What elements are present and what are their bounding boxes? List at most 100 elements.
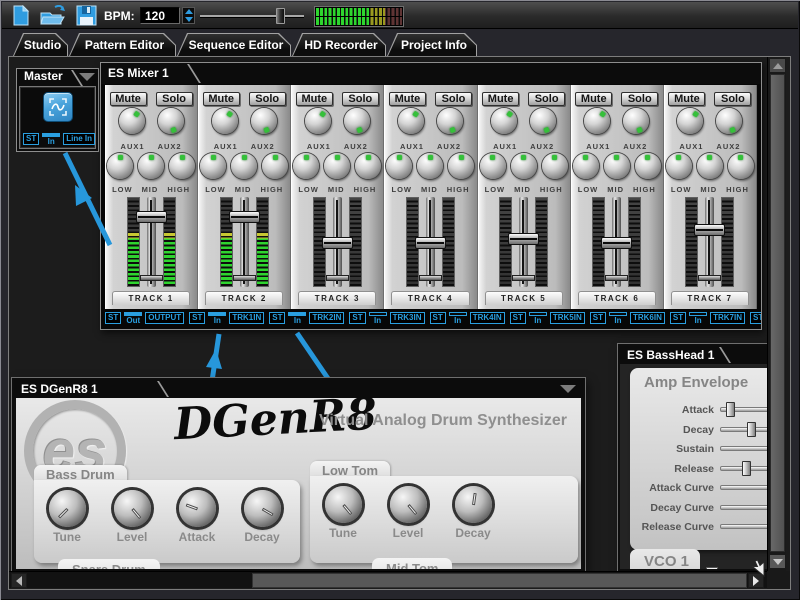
spin-up-icon[interactable] — [185, 9, 193, 14]
eq-mid-knob[interactable] — [697, 153, 723, 179]
port-st[interactable]: ST — [750, 312, 761, 324]
mute-button[interactable]: Mute — [482, 92, 519, 106]
vertical-scrollbar[interactable] — [767, 57, 786, 571]
basshead-window[interactable]: ES BassHead 1 Amp Envelope Attack Decay … — [618, 344, 774, 571]
eq-mid-knob[interactable] — [604, 153, 630, 179]
decay-slider[interactable] — [720, 427, 774, 432]
new-file-icon[interactable] — [12, 5, 30, 26]
aux2-knob[interactable] — [716, 108, 742, 134]
connector-trk2in[interactable]: ST In TRK2IN — [269, 312, 344, 324]
master-connector[interactable]: ST In Line In — [23, 133, 95, 145]
eq-mid-knob[interactable] — [324, 153, 350, 179]
tab-pattern-editor[interactable]: Pattern Editor — [69, 33, 176, 56]
solo-button[interactable]: Solo — [714, 92, 751, 106]
port-dir[interactable]: In — [287, 312, 307, 324]
slider-handle[interactable] — [726, 402, 735, 417]
aux2-knob[interactable] — [437, 108, 463, 134]
aux1-knob[interactable] — [584, 108, 610, 134]
eq-high-knob[interactable] — [169, 153, 195, 179]
eq-high-knob[interactable] — [728, 153, 754, 179]
port-st[interactable]: ST — [590, 312, 606, 324]
dgenr8-window[interactable]: ES DGenR8 1 es DGenR8 Virtual Analog Dru… — [12, 378, 585, 571]
volume-fader[interactable] — [519, 197, 528, 287]
attack-curve-slider[interactable] — [720, 485, 774, 490]
port-name[interactable]: TRK6IN — [630, 312, 665, 324]
port-line-in[interactable]: Line In — [63, 133, 95, 145]
port-st[interactable]: ST — [670, 312, 686, 324]
volume-fader[interactable] — [705, 197, 714, 287]
port-dir[interactable]: In — [368, 312, 388, 324]
eq-low-knob[interactable] — [480, 153, 506, 179]
attack-slider[interactable] — [720, 407, 774, 412]
aux2-knob[interactable] — [158, 108, 184, 134]
release-curve-slider[interactable] — [720, 524, 774, 529]
mute-button[interactable]: Mute — [110, 92, 147, 106]
sustain-slider[interactable] — [720, 446, 774, 451]
toolbar-slider[interactable] — [200, 8, 304, 24]
eq-high-knob[interactable] — [542, 153, 568, 179]
eq-low-knob[interactable] — [200, 153, 226, 179]
aux1-knob[interactable] — [398, 108, 424, 134]
aux1-knob[interactable] — [212, 108, 238, 134]
connector-output[interactable]: ST Out OUTPUT — [105, 312, 184, 324]
master-panel[interactable]: Master ST In Line In — [16, 68, 99, 152]
mixer-window[interactable]: ES Mixer 1 Mute Solo AUX1 AUX2 LOW MID H… — [100, 62, 762, 330]
decay-knob[interactable] — [244, 490, 281, 527]
port-dir[interactable]: Out — [123, 312, 143, 324]
fader-handle[interactable] — [694, 224, 725, 236]
tune-knob[interactable] — [325, 486, 362, 523]
port-name[interactable]: TRK7IN — [710, 312, 745, 324]
connector-trk1in[interactable]: ST In TRK1IN — [189, 312, 264, 324]
volume-fader[interactable] — [147, 197, 156, 287]
scroll-left-button[interactable] — [11, 573, 27, 588]
port-st[interactable]: ST — [349, 312, 365, 324]
aux1-knob[interactable] — [305, 108, 331, 134]
solo-button[interactable]: Solo — [342, 92, 379, 106]
eq-mid-knob[interactable] — [417, 153, 443, 179]
mute-button[interactable]: Mute — [296, 92, 333, 106]
solo-button[interactable]: Solo — [435, 92, 472, 106]
volume-fader[interactable] — [426, 197, 435, 287]
aux2-knob[interactable] — [251, 108, 277, 134]
slider-handle[interactable] — [747, 422, 756, 437]
connector-trk4in[interactable]: ST In TRK4IN — [430, 312, 505, 324]
level-knob[interactable] — [114, 490, 151, 527]
solo-button[interactable]: Solo — [621, 92, 658, 106]
decay-knob[interactable] — [455, 486, 492, 523]
mute-button[interactable]: Mute — [668, 92, 705, 106]
eq-low-knob[interactable] — [573, 153, 599, 179]
aux2-knob[interactable] — [344, 108, 370, 134]
tab-sequence-editor[interactable]: Sequence Editor — [177, 33, 291, 56]
port-name[interactable]: TRK1IN — [229, 312, 264, 324]
port-dir[interactable]: In — [688, 312, 708, 324]
solo-button[interactable]: Solo — [528, 92, 565, 106]
connector-trk3in[interactable]: ST In TRK3IN — [349, 312, 424, 324]
release-slider[interactable] — [720, 466, 774, 471]
spin-down-icon[interactable] — [185, 17, 193, 22]
fader-handle[interactable] — [322, 237, 353, 249]
port-in[interactable]: In — [41, 133, 61, 145]
port-dir[interactable]: In — [448, 312, 468, 324]
eq-high-knob[interactable] — [448, 153, 474, 179]
mute-button[interactable]: Mute — [389, 92, 426, 106]
tune-knob[interactable] — [49, 490, 86, 527]
connector-trk7in[interactable]: ST In TRK7IN — [670, 312, 745, 324]
eq-high-knob[interactable] — [355, 153, 381, 179]
eq-mid-knob[interactable] — [511, 153, 537, 179]
attack-knob[interactable] — [179, 490, 216, 527]
save-icon[interactable] — [76, 5, 97, 26]
tab-project-info[interactable]: Project Info — [387, 33, 477, 56]
fader-handle[interactable] — [601, 237, 632, 249]
fader-handle[interactable] — [229, 211, 260, 223]
port-name[interactable]: TRK2IN — [309, 312, 344, 324]
port-st[interactable]: ST — [105, 312, 121, 324]
port-name[interactable]: TRK4IN — [470, 312, 505, 324]
port-st[interactable]: ST — [510, 312, 526, 324]
fader-handle[interactable] — [136, 211, 167, 223]
bpm-input[interactable]: 120 — [140, 7, 180, 24]
scroll-up-button[interactable] — [769, 58, 786, 73]
slider-thumb[interactable] — [276, 8, 285, 24]
mute-button[interactable]: Mute — [575, 92, 612, 106]
port-name[interactable]: OUTPUT — [145, 312, 184, 324]
volume-fader[interactable] — [612, 197, 621, 287]
